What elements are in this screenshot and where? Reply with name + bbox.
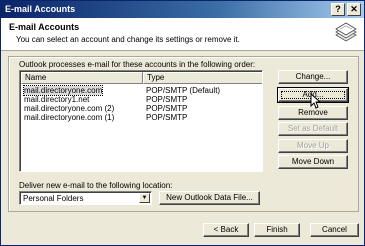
column-header-type[interactable]: Type: [143, 72, 262, 84]
account-name: mail.directory1.net: [24, 95, 90, 104]
column-header-name[interactable]: Name: [21, 72, 143, 84]
finish-button[interactable]: Finish: [254, 223, 300, 237]
delivery-location-select[interactable]: Personal Folders ▼: [19, 191, 152, 205]
title-bar[interactable]: E-mail Accounts ? ✕: [1, 1, 364, 18]
account-row[interactable]: mail.directory1.net POP/SMTP: [21, 95, 262, 104]
header-title: E-mail Accounts: [9, 22, 80, 32]
account-row[interactable]: mail.directoryone.com POP/SMTP (Default): [21, 85, 262, 96]
new-data-file-button[interactable]: New Outlook Data File...: [159, 191, 260, 205]
back-button[interactable]: < Back: [203, 223, 249, 237]
move-up-button[interactable]: Move Up: [278, 139, 348, 153]
dropdown-arrow-icon[interactable]: ▼: [139, 193, 150, 203]
email-accounts-dialog: E-mail Accounts ? ✕ E-mail Accounts You …: [0, 0, 365, 246]
account-type: POP/SMTP (Default): [146, 86, 221, 95]
account-row[interactable]: mail.directoryone.com (1) POP/SMTP: [21, 113, 262, 122]
account-row[interactable]: mail.directoryone.com (2) POP/SMTP: [21, 104, 262, 113]
account-name: mail.directoryone.com: [22, 85, 104, 96]
header-subtitle: You can select an account and change its…: [16, 35, 240, 44]
help-button[interactable]: ?: [331, 3, 345, 16]
window-title: E-mail Accounts: [5, 4, 76, 14]
cancel-button[interactable]: Cancel: [310, 223, 359, 237]
account-type: POP/SMTP: [146, 95, 188, 104]
account-name: mail.directoryone.com (1): [24, 113, 115, 122]
accounts-instruction: Outlook processes e-mail for these accou…: [19, 60, 256, 69]
delivery-label: Deliver new e-mail to the following loca…: [19, 181, 173, 190]
account-type: POP/SMTP: [146, 113, 188, 122]
wizard-header: E-mail Accounts You can select an accoun…: [1, 18, 364, 51]
set-as-default-button[interactable]: Set as Default: [278, 122, 348, 136]
change-button[interactable]: Change...: [278, 70, 348, 84]
delivery-location-value: Personal Folders: [23, 194, 84, 203]
mouse-pointer-icon: [310, 93, 321, 109]
account-type: POP/SMTP: [146, 104, 188, 113]
list-header: Name Type: [21, 72, 262, 84]
close-button[interactable]: ✕: [347, 3, 361, 16]
envelope-stack-icon: [335, 22, 357, 42]
accounts-list[interactable]: Name Type mail.directoryone.com POP/SMTP…: [19, 70, 263, 172]
account-name: mail.directoryone.com (2): [24, 104, 115, 113]
move-down-button[interactable]: Move Down: [278, 155, 348, 169]
